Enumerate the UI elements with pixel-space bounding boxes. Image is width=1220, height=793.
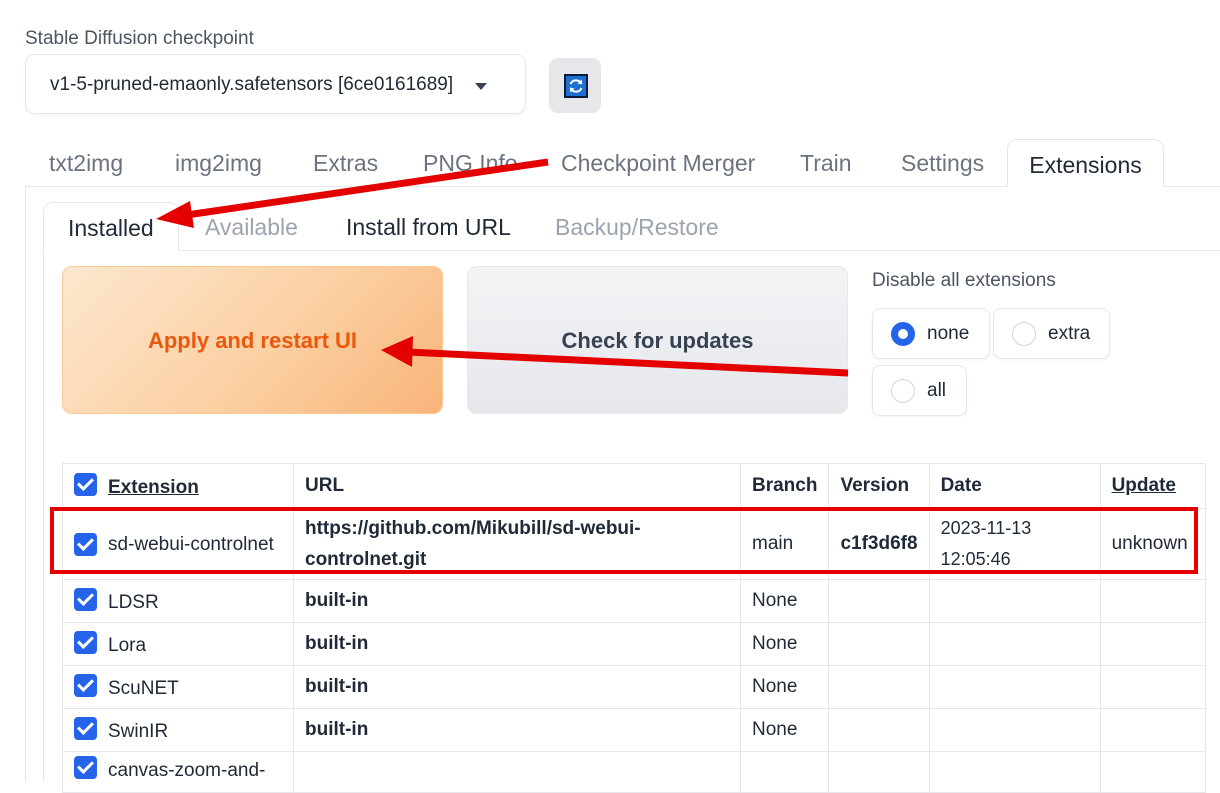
annotation-arrowhead <box>156 201 194 228</box>
annotation-arrowhead <box>381 336 413 367</box>
annotation-arrows <box>156 158 849 377</box>
annotation-arrow-to-apply <box>407 348 849 377</box>
annotation-arrow-to-installed <box>179 158 549 220</box>
